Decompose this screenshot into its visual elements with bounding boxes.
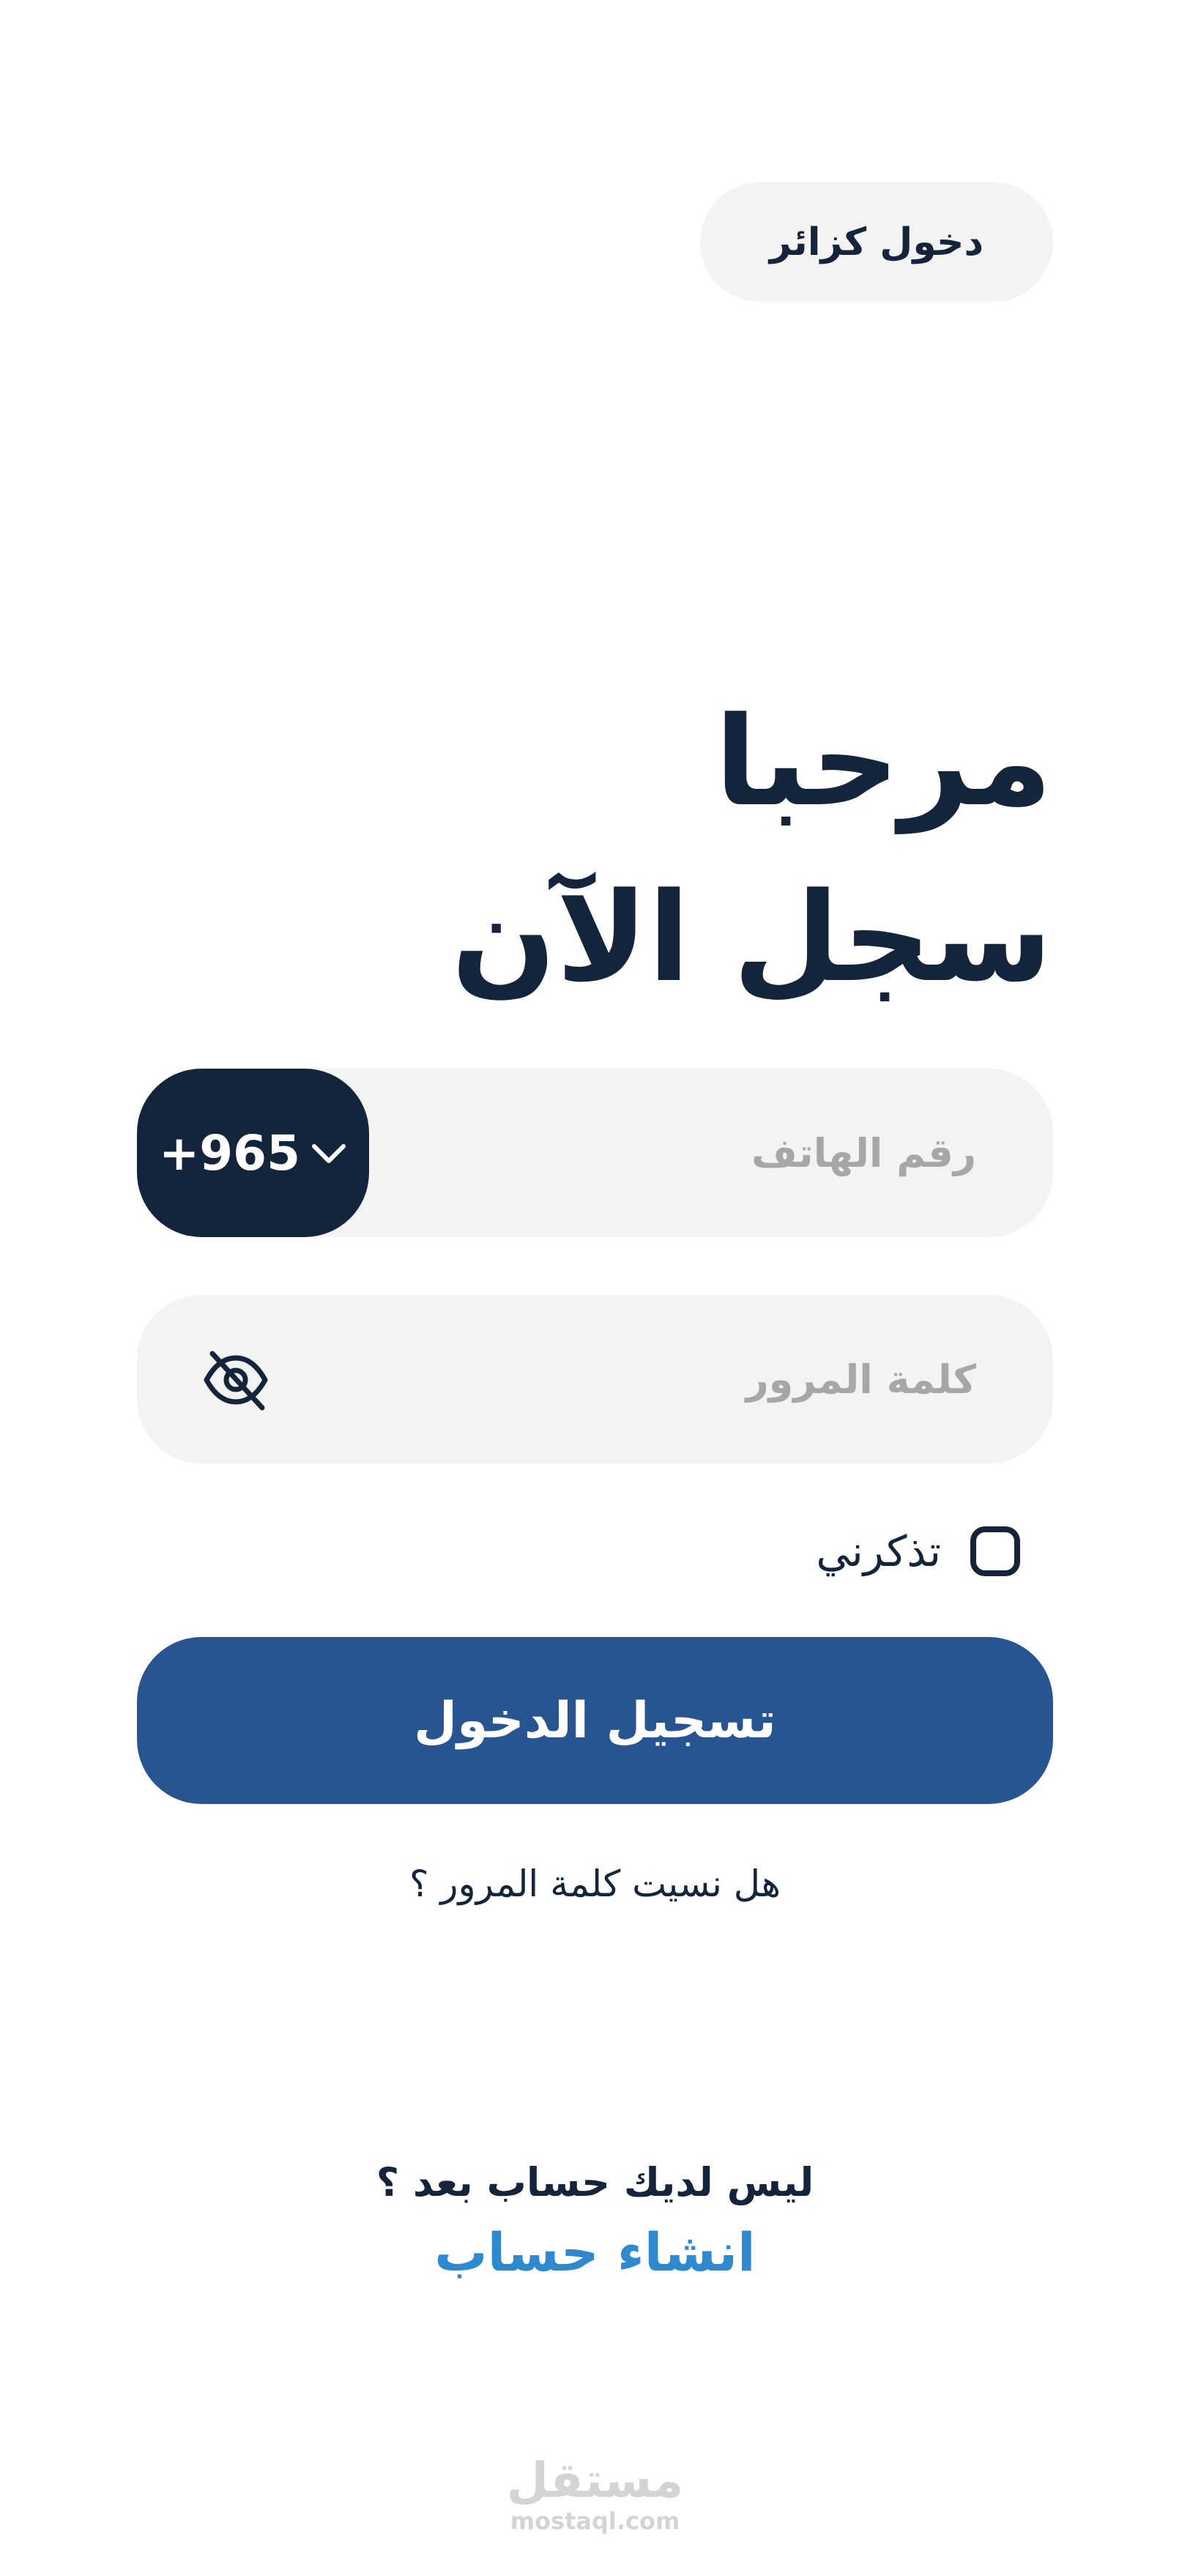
watermark-arabic: مستقل [506, 2452, 684, 2509]
register-heading: سجل الآن [451, 866, 1052, 1009]
guest-login-button[interactable]: دخول كزائر [700, 182, 1053, 302]
page-title: مرحبا سجل الآن [174, 674, 1052, 1025]
phone-field[interactable]: رقم الهاتف +965 [137, 1069, 1053, 1237]
no-account-text: ليس لديك حساب بعد ؟ [376, 2159, 814, 2205]
remember-me-checkbox[interactable] [970, 1526, 1020, 1576]
eye-off-icon [204, 1351, 268, 1411]
password-field[interactable]: كلمة المرور [137, 1295, 1053, 1463]
remember-me[interactable]: تذكرني [816, 1522, 1020, 1581]
phone-placeholder: رقم الهاتف [751, 1129, 976, 1176]
watermark-logo: مستقل mostaql.com [0, 2452, 1190, 2535]
forgot-password-link[interactable]: هل نسيت كلمة المرور ؟ [0, 1863, 1190, 1914]
create-account-link[interactable]: انشاء حساب [0, 2221, 1190, 2295]
login-screen: دخول كزائر مرحبا سجل الآن رقم الهاتف +96… [0, 0, 1190, 2576]
welcome-heading: مرحبا [714, 690, 1052, 834]
remember-me-label: تذكرني [816, 1526, 941, 1576]
guest-login-label: دخول كزائر [769, 220, 984, 264]
login-button-label: تسجيل الدخول [414, 1691, 776, 1750]
password-visibility-toggle[interactable] [199, 1343, 272, 1417]
chevron-down-icon [312, 1144, 346, 1163]
watermark-latin: mostaql.com [510, 2507, 680, 2535]
password-placeholder: كلمة المرور [745, 1356, 976, 1403]
login-button[interactable]: تسجيل الدخول [137, 1637, 1053, 1804]
country-code-value: +965 [158, 1124, 301, 1181]
country-code-selector[interactable]: +965 [137, 1069, 369, 1237]
